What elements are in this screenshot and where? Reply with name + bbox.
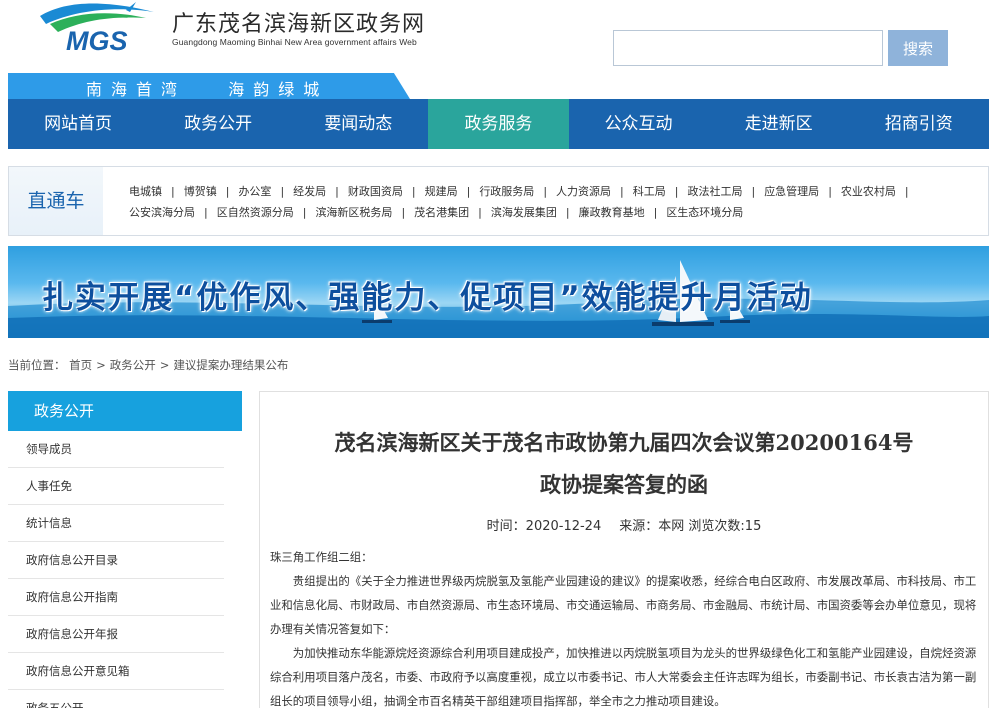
article-title: 茂名滨海新区关于茂名市政协第九届四次会议第20200164号 政协提案答复的函 xyxy=(260,422,988,506)
direct-link[interactable]: 公安滨海分局 xyxy=(129,202,195,223)
breadcrumb: 当前位置： 首页 > 政务公开 > 建议提案办理结果公布 xyxy=(8,357,288,373)
direct-label: 直通车 xyxy=(9,167,103,235)
link-separator: | xyxy=(565,206,570,219)
link-separator: | xyxy=(653,206,658,219)
direct-link[interactable]: 政法社工局 xyxy=(687,181,742,202)
breadcrumb-separator: > xyxy=(159,358,170,372)
direct-link[interactable]: 滨海发展集团 xyxy=(491,202,557,223)
nav-item-1[interactable]: 政务公开 xyxy=(148,99,288,149)
slogan-band: 南海首湾 海韵绿城 xyxy=(8,73,410,99)
site-title: 广东茂名滨海新区政务网 xyxy=(172,12,426,37)
direct-link[interactable]: 应急管理局 xyxy=(764,181,819,202)
sidebar-item[interactable]: 政务五公开 xyxy=(8,690,224,708)
direct-link[interactable]: 办公室 xyxy=(238,181,271,202)
link-separator: | xyxy=(225,185,230,198)
article-title-line1: 茂名滨海新区关于茂名市政协第九届四次会议第20200164号 xyxy=(334,430,914,455)
direct-link[interactable]: 经发局 xyxy=(293,181,326,202)
link-separator: | xyxy=(751,185,756,198)
link-separator: | xyxy=(466,185,471,198)
site-subtitle: Guangdong Maoming Binhai New Area govern… xyxy=(172,37,417,47)
view-count: 15 xyxy=(744,519,762,534)
source-label: 来源： xyxy=(619,519,659,534)
sidebar-item[interactable]: 政府信息公开年报 xyxy=(8,616,224,653)
nav-item-4[interactable]: 公众互动 xyxy=(569,99,709,149)
main-nav: 网站首页 政务公开 要闻动态 政务服务 公众互动 走进新区 招商引资 xyxy=(8,99,989,149)
site-logo[interactable]: MGS xyxy=(36,2,160,52)
sidebar-item[interactable]: 政府信息公开意见箱 xyxy=(8,653,224,690)
banner-text: 扎实开展“优作风、强能力、促项目”效能提升月活动 xyxy=(42,280,813,316)
article-paragraph: 为加快推动东华能源烷烃资源综合利用项目建成投产，加快推进以丙烷脱氢项目为龙头的世… xyxy=(270,646,977,708)
nav-item-5[interactable]: 走进新区 xyxy=(709,99,849,149)
direct-links-panel: 直通车 电城镇 | 博贺镇 | 办公室 | 经发局 | 财政国资局 | 规建局 | 行政服务局 | 人力资源… xyxy=(8,166,989,236)
article-paragraph: 贵组提出的《关于全力推进世界级丙烷脱氢及氢能产业园建设的建议》的提案收悉，经综合… xyxy=(270,574,977,636)
direct-link[interactable]: 博贺镇 xyxy=(184,181,217,202)
direct-link[interactable]: 行政服务局 xyxy=(479,181,534,202)
link-separator: | xyxy=(302,206,307,219)
direct-link[interactable]: 区生态环境分局 xyxy=(666,202,743,223)
sidebar-item[interactable]: 统计信息 xyxy=(8,505,224,542)
publish-date: 2020-12-24 xyxy=(525,519,602,534)
direct-link[interactable]: 规建局 xyxy=(425,181,458,202)
direct-link[interactable]: 人力资源局 xyxy=(556,181,611,202)
link-separator: | xyxy=(171,185,175,198)
slogan-text: 南海首湾 海韵绿城 xyxy=(86,80,329,99)
sidebar-item[interactable]: 人事任免 xyxy=(8,468,224,505)
breadcrumb-item[interactable]: 首页 xyxy=(69,358,92,372)
sidebar-item[interactable]: 政府信息公开指南 xyxy=(8,579,224,616)
search-button[interactable]: 搜索 xyxy=(888,30,948,66)
search-input[interactable] xyxy=(613,30,883,66)
sidebar-item[interactable]: 领导成员 xyxy=(8,431,224,468)
site-header: MGS 广东茂名滨海新区政务网 Guangdong Maoming Binhai… xyxy=(0,0,1000,70)
sidebar-list: 领导成员 人事任免 统计信息 政府信息公开目录 政府信息公开指南 政府信息公开年报 政府信息… xyxy=(8,431,242,708)
link-separator: | xyxy=(280,185,285,198)
direct-link[interactable]: 滨海新区税务局 xyxy=(315,202,392,223)
link-separator: | xyxy=(401,206,406,219)
sidebar-item[interactable]: 政府信息公开目录 xyxy=(8,542,224,579)
nav-item-2[interactable]: 要闻动态 xyxy=(288,99,428,149)
direct-link[interactable]: 科工局 xyxy=(633,181,666,202)
direct-link[interactable]: 茂名港集团 xyxy=(414,202,469,223)
article-source: 本网 xyxy=(658,519,685,534)
sidebar-title: 政务公开 xyxy=(8,391,242,431)
direct-links-list: 电城镇 | 博贺镇 | 办公室 | 经发局 | 财政国资局 | 规建局 | 行政服务局 | 人力资源局 | 科工… xyxy=(129,181,949,223)
link-separator: | xyxy=(411,185,416,198)
nav-item-6[interactable]: 招商引资 xyxy=(849,99,989,149)
direct-link[interactable]: 廉政教育基地 xyxy=(579,202,645,223)
link-separator: | xyxy=(543,185,548,198)
direct-link[interactable]: 电城镇 xyxy=(129,181,162,202)
logo-text: MGS xyxy=(66,26,128,52)
nav-item-0[interactable]: 网站首页 xyxy=(8,99,148,149)
article-salutation: 珠三角工作组二组： xyxy=(270,550,373,564)
article-body: 珠三角工作组二组： 贵组提出的《关于全力推进世界级丙烷脱氢及氢能产业园建设的建议… xyxy=(270,545,980,708)
breadcrumb-item[interactable]: 建议提案办理结果公布 xyxy=(173,358,288,372)
link-separator: | xyxy=(204,206,208,219)
direct-link[interactable]: 农业农村局 xyxy=(841,181,896,202)
breadcrumb-prefix: 当前位置： xyxy=(8,358,66,372)
nav-item-3[interactable]: 政务服务 xyxy=(428,99,569,149)
link-separator: | xyxy=(828,185,832,198)
article-meta: 时间：2020-12-24 来源：本网 浏览次数:15 xyxy=(260,515,988,534)
link-separator: | xyxy=(674,185,679,198)
direct-link[interactable]: 财政国资局 xyxy=(348,181,403,202)
link-separator: | xyxy=(620,185,624,198)
breadcrumb-separator: > xyxy=(96,358,106,372)
views-label: 浏览次数: xyxy=(688,519,745,534)
link-separator: | xyxy=(478,206,482,219)
time-label: 时间： xyxy=(486,519,526,534)
article-title-line2: 政协提案答复的函 xyxy=(540,472,708,497)
link-separator: | xyxy=(335,185,339,198)
direct-link[interactable]: 区自然资源分局 xyxy=(217,202,294,223)
sidebar: 政务公开 领导成员 人事任免 统计信息 政府信息公开目录 政府信息公开指南 政府信息公开年… xyxy=(8,391,242,708)
activity-banner[interactable]: 扎实开展“优作风、强能力、促项目”效能提升月活动 xyxy=(8,246,989,338)
link-separator: | xyxy=(904,185,909,198)
breadcrumb-item[interactable]: 政务公开 xyxy=(110,358,156,372)
article-panel: 茂名滨海新区关于茂名市政协第九届四次会议第20200164号 政协提案答复的函 … xyxy=(259,391,989,708)
